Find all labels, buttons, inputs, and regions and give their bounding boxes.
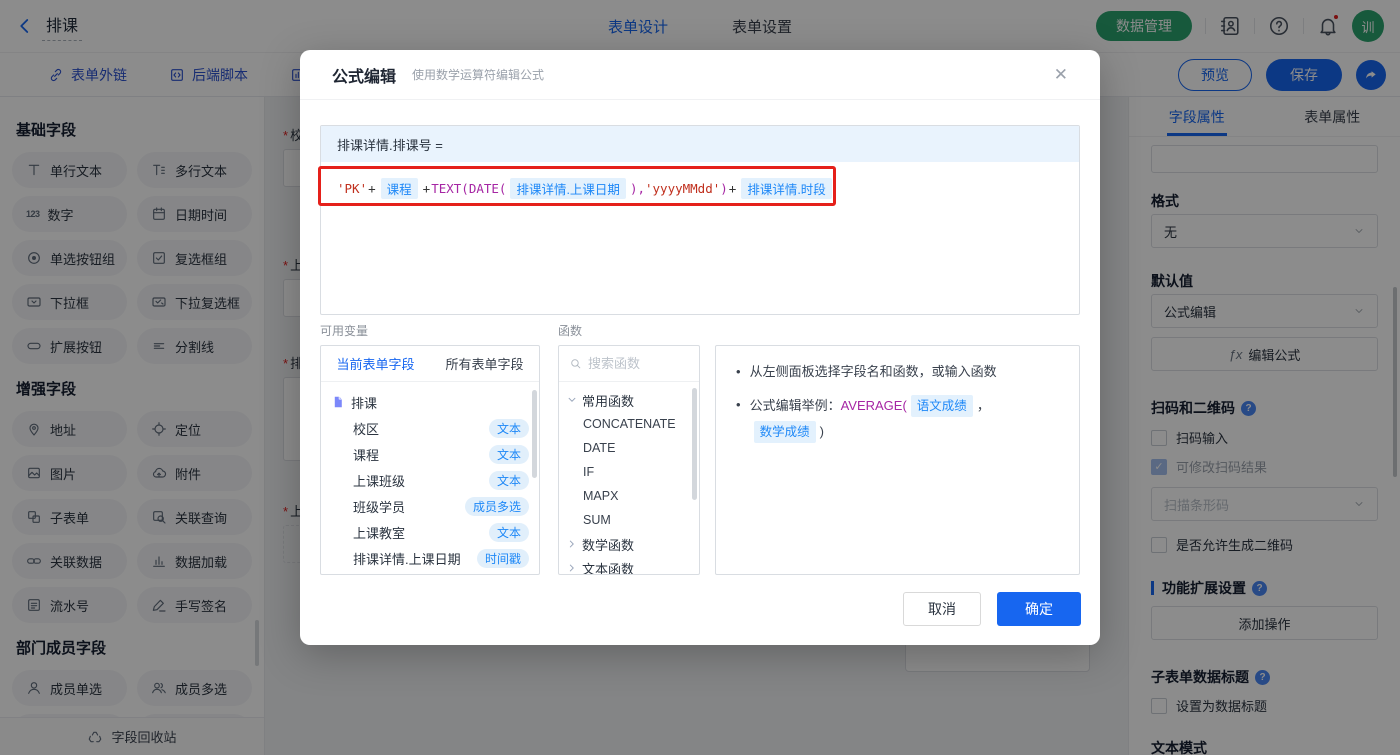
formula-function: ) bbox=[720, 181, 728, 196]
chevron-right-icon bbox=[567, 563, 577, 573]
variable-type-badge: 文本 bbox=[488, 470, 529, 490]
modal-title: 公式编辑 bbox=[332, 68, 397, 86]
function-group[interactable]: 文本函数 bbox=[559, 556, 699, 575]
variable-row[interactable]: 班级学员 成员多选 bbox=[331, 493, 529, 519]
variable-name: 课程 bbox=[353, 447, 380, 463]
tip-example-field-chip: 语文成绩 bbox=[910, 395, 973, 417]
functions-label: 函数 bbox=[558, 324, 583, 338]
modal-subtitle: 使用数学运算符编辑公式 bbox=[412, 68, 545, 82]
function-group-name: 常用函数 bbox=[582, 393, 635, 409]
function-item[interactable]: DATE bbox=[559, 436, 699, 460]
variable-name: 校区 bbox=[353, 421, 380, 437]
variable-row[interactable]: 上课班级 文本 bbox=[331, 467, 529, 493]
formula-field-chip[interactable]: 课程 bbox=[380, 178, 418, 199]
search-icon bbox=[569, 357, 582, 370]
functions-scrollbar[interactable] bbox=[692, 388, 697, 500]
function-group[interactable]: 数学函数 bbox=[559, 532, 699, 556]
formula-editor[interactable]: 排课详情.排课号 = 'PK' + 课程 + TEXT(DATE(排课详情.上课日期),… bbox=[320, 125, 1080, 315]
variables-tab[interactable]: 当前表单字段 bbox=[321, 346, 430, 381]
variable-type-badge: 文本 bbox=[488, 522, 529, 542]
tip-line-2: • 公式编辑举例： AVERAGE(语文成绩，数学成绩 ) bbox=[736, 395, 1059, 443]
formula-string: 'PK' bbox=[337, 181, 368, 196]
variable-row[interactable]: 课程 文本 bbox=[331, 441, 529, 467]
variables-panel: 当前表单字段 所有表单字段 排课 校区 文本 课程 文本 上课班级 文本 班级学员 成员多选 上课教… bbox=[320, 345, 540, 575]
variable-name: 排课详情.上课日期 bbox=[353, 551, 461, 567]
chevron-down-icon bbox=[567, 395, 577, 405]
functions-panel: 常用函数 CONCATENATEDATEIFMAPXSUM 数学函数文本函数 bbox=[558, 345, 700, 575]
close-icon[interactable]: ✕ bbox=[1054, 65, 1068, 85]
variable-form-root[interactable]: 排课 bbox=[331, 389, 529, 415]
variable-type-badge: 文本 bbox=[488, 418, 529, 438]
variable-type-badge: 成员多选 bbox=[464, 496, 529, 516]
function-search-input[interactable] bbox=[588, 356, 678, 371]
tip-example: 公式编辑举例： AVERAGE(语文成绩， 数学成绩 ) bbox=[750, 395, 1059, 443]
tips-panel: • 从左侧面板选择字段名和函数，或输入函数 • 公式编辑举例： AVERAGE(语文成… bbox=[715, 345, 1080, 575]
chevron-right-icon bbox=[567, 539, 577, 549]
formula-function: TEXT(DATE( bbox=[431, 181, 507, 196]
formula-string: 'yyyyMMdd' bbox=[645, 181, 721, 196]
formula-editor-modal: 公式编辑 使用数学运算符编辑公式 ✕ 排课详情.排课号 = 'PK' + 课程 + TE… bbox=[300, 50, 1100, 645]
tip-example-prefix: 公式编辑举例： bbox=[749, 398, 841, 413]
variables-label: 可用变量 bbox=[320, 324, 369, 338]
variables-tabs: 当前表单字段 所有表单字段 bbox=[321, 346, 539, 382]
formula-operator: + bbox=[368, 181, 376, 196]
variable-type-badge: 文本 bbox=[488, 444, 529, 464]
function-item[interactable]: SUM bbox=[559, 508, 699, 532]
formula-expression[interactable]: 'PK' + 课程 + TEXT(DATE(排课详情.上课日期),'yyyyMMdd')… bbox=[337, 178, 1063, 199]
function-item[interactable]: MAPX bbox=[559, 484, 699, 508]
variable-type-badge: 时间戳 bbox=[476, 548, 529, 568]
function-search bbox=[559, 346, 699, 382]
function-group-name: 数学函数 bbox=[582, 537, 635, 553]
confirm-button[interactable]: 确定 bbox=[997, 592, 1081, 626]
variable-name: 班级学员 bbox=[353, 499, 406, 515]
tip-example-field-chip: 数学成绩 bbox=[753, 421, 816, 443]
doc-icon bbox=[331, 395, 345, 409]
tip-example-suffix: ) bbox=[819, 424, 824, 439]
variables-tab[interactable]: 所有表单字段 bbox=[430, 346, 539, 381]
variable-row[interactable]: 上课教室 文本 bbox=[331, 519, 529, 545]
function-group-name: 文本函数 bbox=[582, 561, 635, 575]
variable-row[interactable]: 校区 文本 bbox=[331, 415, 529, 441]
tip-line-1: • 从左侧面板选择字段名和函数，或输入函数 bbox=[736, 364, 997, 379]
functions-list: 常用函数 CONCATENATE DATE IF MAPX SUM 数学函数文本函数 bbox=[559, 382, 699, 575]
formula-target-field: 排课详情.排课号 = bbox=[321, 126, 1079, 162]
variables-scrollbar[interactable] bbox=[532, 390, 537, 478]
formula-operator: + bbox=[728, 181, 737, 196]
form-name: 排课 bbox=[351, 395, 378, 411]
variable-name: 上课班级 bbox=[353, 473, 406, 489]
tip-example-function: AVERAGE( bbox=[840, 398, 907, 413]
variable-row[interactable]: 排课详情.上课日期 时间戳 bbox=[331, 545, 529, 571]
function-item[interactable]: CONCATENATE bbox=[559, 412, 699, 436]
formula-field-chip[interactable]: 排课详情.上课日期 bbox=[510, 178, 626, 199]
variable-name: 上课教室 bbox=[353, 525, 406, 541]
modal-header: 公式编辑 使用数学运算符编辑公式 ✕ bbox=[300, 50, 1100, 100]
function-group[interactable]: 常用函数 bbox=[559, 388, 699, 412]
formula-function: ), bbox=[629, 181, 645, 196]
function-item[interactable]: IF bbox=[559, 460, 699, 484]
variables-list: 排课 校区 文本 课程 文本 上课班级 文本 班级学员 成员多选 上课教室 文本 排课详情.上课日期时… bbox=[321, 382, 539, 574]
formula-operator: + bbox=[422, 181, 431, 196]
cancel-button[interactable]: 取消 bbox=[903, 592, 981, 626]
formula-field-chip[interactable]: 排课详情.时段 bbox=[741, 178, 832, 199]
tip-example-separator: ， bbox=[976, 398, 990, 413]
